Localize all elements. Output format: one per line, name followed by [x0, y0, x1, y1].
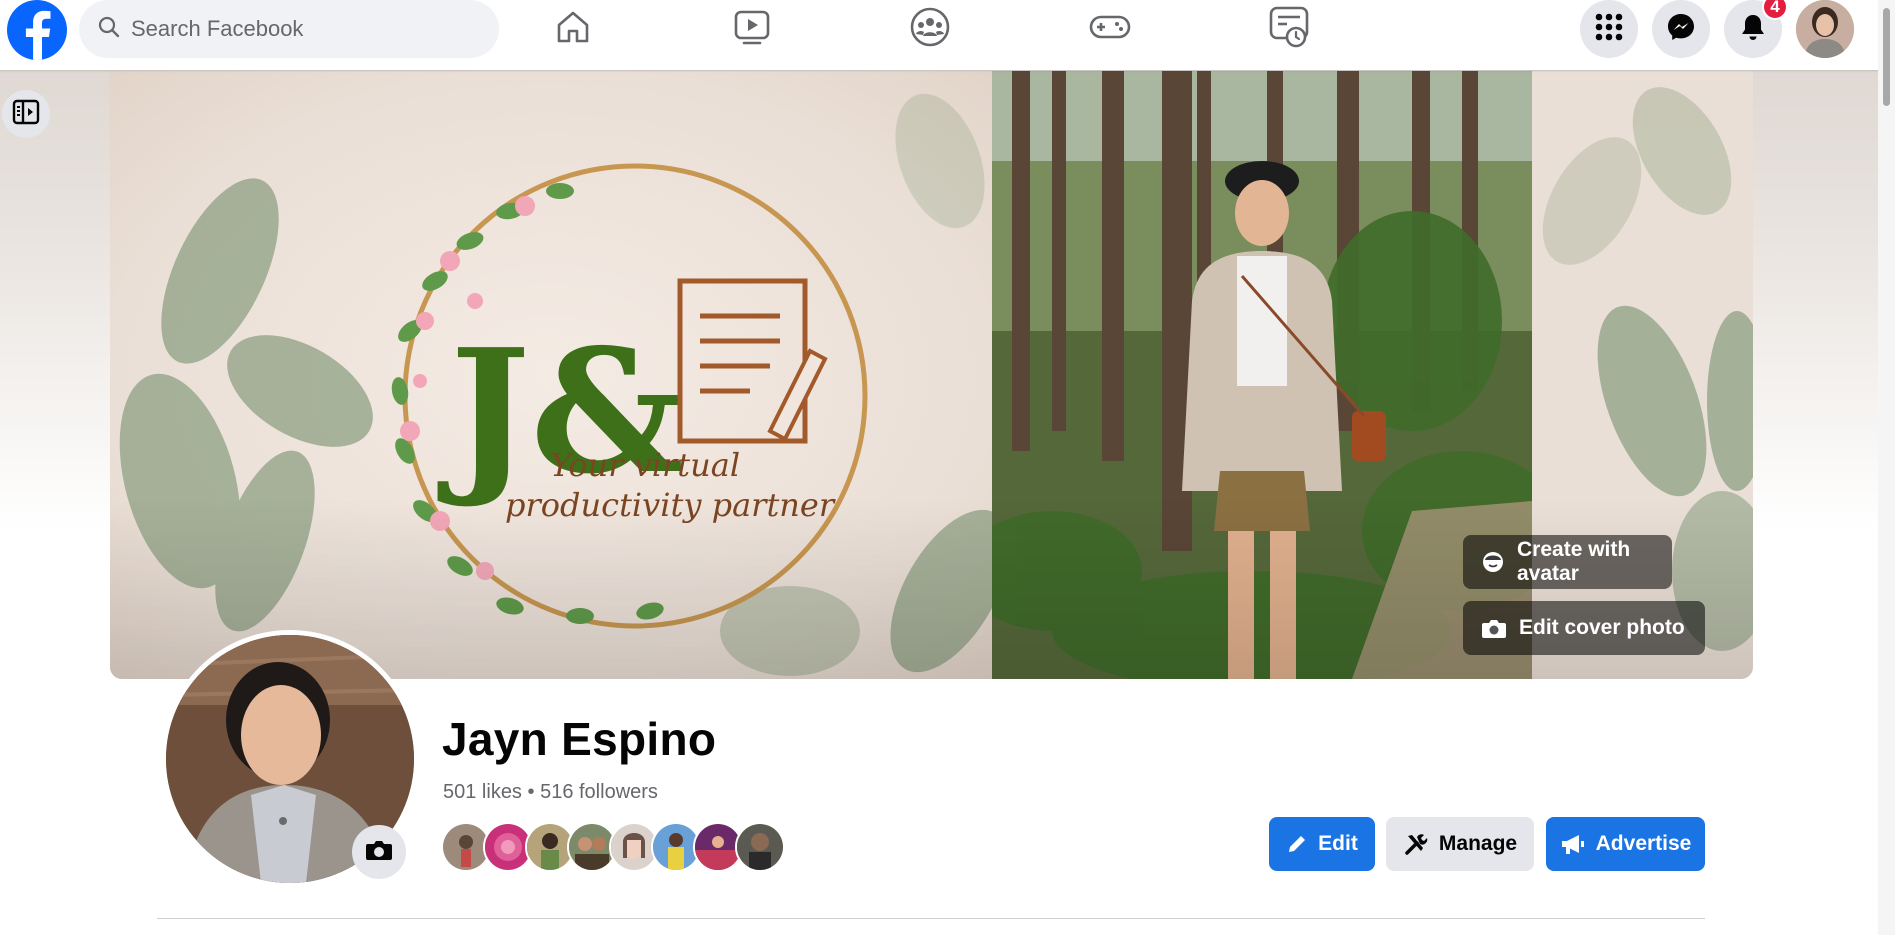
edit-button-label: Edit	[1318, 832, 1358, 855]
nav-tab-video[interactable]	[692, 0, 812, 58]
facebook-logo[interactable]	[7, 0, 67, 60]
messenger-button[interactable]	[1652, 0, 1710, 58]
sidebar-toggle-button[interactable]	[2, 90, 50, 138]
avatar-face-icon	[1481, 550, 1505, 574]
tools-icon	[1403, 831, 1429, 857]
logo-tagline-line2: productivity partner	[505, 486, 836, 524]
groups-icon	[909, 6, 951, 53]
likes-count-link[interactable]: 501 likes	[443, 781, 522, 803]
camera-icon	[1481, 617, 1507, 639]
nav-tab-gaming[interactable]	[1050, 0, 1170, 58]
notification-count-badge: 4	[1762, 0, 1788, 20]
menu-button[interactable]	[1580, 0, 1638, 58]
camera-icon	[365, 838, 393, 867]
search-icon	[97, 15, 121, 44]
header-divider	[157, 918, 1705, 919]
scrollbar-thumb[interactable]	[1883, 8, 1890, 106]
account-avatar[interactable]	[1796, 0, 1854, 58]
page-title: Jayn Espino	[442, 713, 717, 765]
nav-tab-home[interactable]	[513, 0, 633, 58]
pencil-icon	[1286, 833, 1308, 855]
advertise-button-label: Advertise	[1595, 832, 1692, 855]
create-with-avatar-button[interactable]: Create with avatar	[1463, 535, 1672, 589]
stats-separator: •	[527, 781, 535, 803]
notifications-button[interactable]: 4	[1724, 0, 1788, 58]
search-input[interactable]	[131, 0, 481, 58]
logo-tagline-line1: Your virtual	[550, 446, 740, 484]
sidebar-panel-icon	[12, 99, 40, 130]
page-scrollbar[interactable]	[1878, 0, 1895, 935]
follower-avatar[interactable]	[735, 822, 785, 872]
cover-portrait-photo	[992, 71, 1532, 679]
megaphone-icon	[1560, 832, 1586, 856]
create-with-avatar-label: Create with avatar	[1517, 538, 1631, 585]
cover-photo[interactable]: J& Your virtual productivity partner Cre…	[110, 71, 1753, 679]
manage-button[interactable]: Manage	[1386, 817, 1534, 871]
home-icon	[553, 7, 593, 52]
cover-logo-artwork: J& Your virtual productivity partner	[110, 71, 992, 679]
video-icon	[732, 7, 772, 52]
edit-cover-photo-label: Edit cover photo	[1519, 616, 1685, 639]
edit-cover-photo-button[interactable]: Edit cover photo	[1463, 601, 1705, 655]
feeds-clock-icon	[1267, 4, 1311, 55]
bell-icon	[1739, 12, 1767, 47]
messenger-icon	[1666, 12, 1696, 47]
edit-button[interactable]: Edit	[1269, 817, 1375, 871]
nav-tab-groups[interactable]	[870, 0, 990, 58]
nav-tab-feeds[interactable]	[1229, 0, 1349, 58]
followers-count-link[interactable]: 516 followers	[540, 781, 658, 803]
page-stats: 501 likes • 516 followers	[443, 781, 658, 804]
search-bar[interactable]	[79, 0, 499, 58]
manage-button-label: Manage	[1438, 832, 1518, 855]
gaming-icon	[1088, 7, 1132, 52]
grid-menu-icon	[1594, 12, 1624, 47]
update-profile-picture-button[interactable]	[352, 825, 406, 879]
advertise-button[interactable]: Advertise	[1546, 817, 1705, 871]
top-navigation-bar: 4	[0, 0, 1895, 70]
